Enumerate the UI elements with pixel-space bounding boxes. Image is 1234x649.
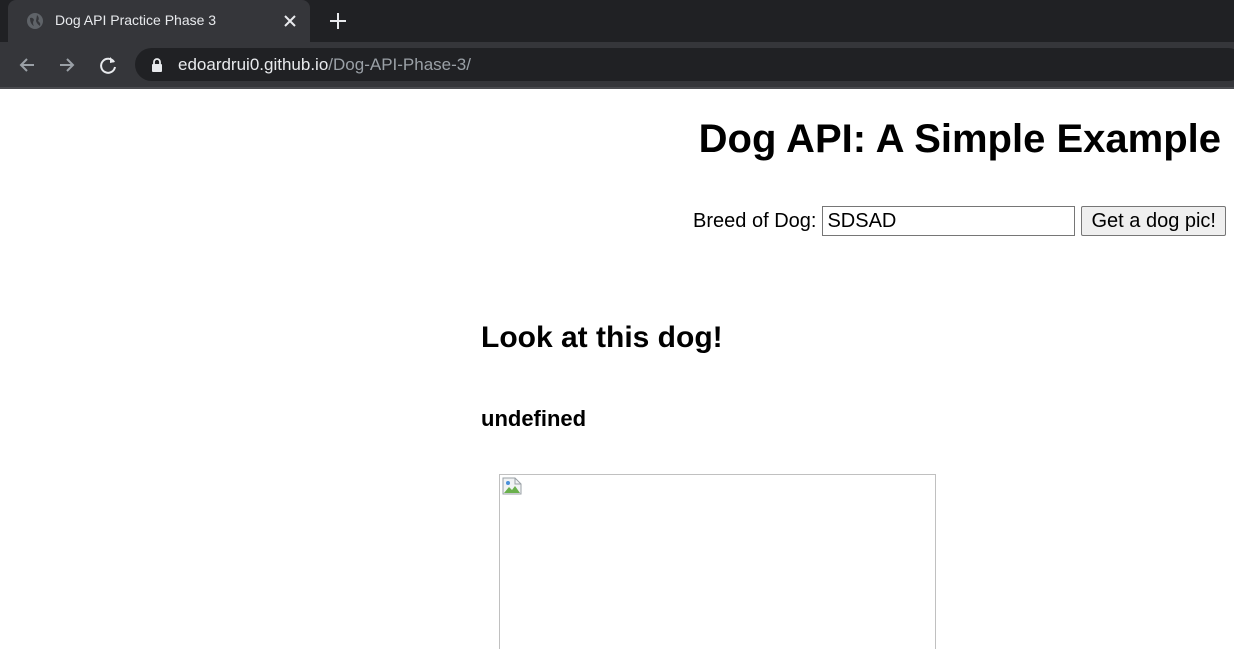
url-text: edoardrui0.github.io/Dog-API-Phase-3/: [178, 55, 471, 75]
breed-result-text: undefined: [481, 406, 587, 431]
active-tab[interactable]: Dog API Practice Phase 3: [8, 0, 310, 42]
plus-icon[interactable]: [327, 10, 349, 32]
reload-icon[interactable]: [97, 54, 119, 76]
page-content: Dog API: A Simple Example Breed of Dog: …: [0, 89, 1234, 649]
browser-toolbar: edoardrui0.github.io/Dog-API-Phase-3/: [0, 42, 1234, 87]
dog-image: [499, 474, 936, 649]
get-dog-pic-button[interactable]: Get a dog pic!: [1081, 206, 1226, 236]
page-title: Dog API: A Simple Example: [698, 117, 1221, 161]
url-path: /Dog-API-Phase-3/: [328, 55, 471, 74]
breed-input[interactable]: [822, 206, 1076, 236]
globe-icon: [27, 13, 43, 29]
tab-title: Dog API Practice Phase 3: [55, 12, 217, 28]
broken-image-icon: [502, 477, 522, 495]
lock-icon[interactable]: [151, 58, 163, 72]
breed-form: Breed of Dog: Get a dog pic!: [693, 206, 1226, 236]
forward-icon[interactable]: [56, 54, 78, 76]
url-domain: edoardrui0.github.io: [178, 55, 329, 74]
tab-strip: Dog API Practice Phase 3: [0, 0, 1234, 42]
back-icon[interactable]: [16, 54, 38, 76]
breed-label: Breed of Dog:: [693, 209, 817, 232]
address-bar[interactable]: edoardrui0.github.io/Dog-API-Phase-3/: [135, 48, 1234, 81]
result-heading: Look at this dog!: [481, 321, 723, 354]
close-icon[interactable]: [281, 12, 299, 30]
